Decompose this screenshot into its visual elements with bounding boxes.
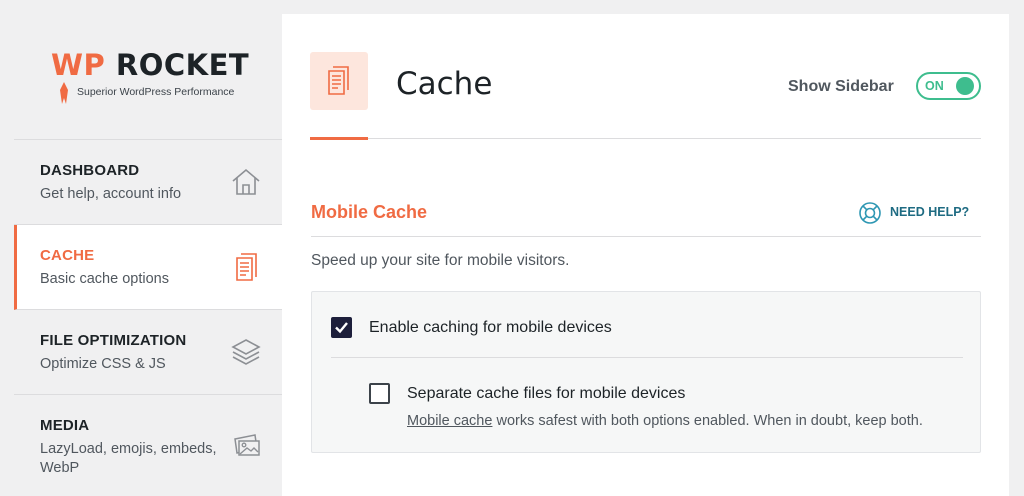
show-sidebar-toggle[interactable]: ON — [916, 72, 981, 100]
sidebar-item-cache[interactable]: CACHE Basic cache options — [14, 225, 282, 310]
sidebar-item-dashboard[interactable]: DASHBOARD Get help, account info — [14, 140, 282, 225]
sidebar-item-title: DASHBOARD — [40, 162, 140, 179]
checkmark-icon — [335, 322, 348, 334]
sidebar: WP ROCKET Superior WordPress Performance… — [14, 0, 282, 496]
enable-mobile-cache-checkbox[interactable] — [331, 317, 352, 338]
images-icon — [234, 434, 260, 456]
sidebar-item-title: MEDIA — [40, 417, 90, 434]
layers-icon — [231, 339, 261, 365]
options-divider — [331, 357, 963, 358]
mobile-cache-doc-link[interactable]: Mobile cache — [407, 413, 492, 429]
sidebar-item-desc: Optimize CSS & JS — [40, 356, 166, 372]
header-divider — [310, 138, 981, 139]
sidebar-item-title: CACHE — [40, 247, 95, 264]
logo-wordmark: WP ROCKET — [51, 48, 250, 82]
wp-rocket-logo[interactable]: WP ROCKET Superior WordPress Performance — [14, 0, 282, 140]
enable-mobile-cache-label[interactable]: Enable caching for mobile devices — [369, 319, 612, 337]
toggle-knob — [956, 77, 974, 95]
lifebuoy-icon — [859, 202, 881, 224]
need-help-text: NEED HELP? — [890, 205, 970, 219]
mobile-cache-note: Mobile cache works safest with both opti… — [407, 413, 923, 429]
document-icon — [236, 253, 257, 281]
sidebar-item-desc: Basic cache options — [40, 271, 169, 287]
page-title: Cache — [396, 66, 493, 102]
toggle-state-text: ON — [925, 79, 944, 93]
main-panel: Cache Show Sidebar ON Mobile Cache NEED … — [282, 14, 1009, 496]
section-title: Mobile Cache — [311, 202, 428, 222]
sidebar-item-desc: LazyLoad, emojis, embeds, WebP — [40, 441, 217, 476]
section-divider — [311, 236, 981, 237]
show-sidebar-label: Show Sidebar — [788, 78, 894, 95]
separate-cache-files-label[interactable]: Separate cache files for mobile devices — [407, 385, 685, 403]
sidebar-item-title: FILE OPTIMIZATION — [40, 332, 187, 349]
mobile-cache-options: Enable caching for mobile devices Separa… — [311, 291, 981, 453]
sidebar-item-desc: Get help, account info — [40, 186, 182, 202]
section-description: Speed up your site for mobile visitors. — [311, 252, 570, 269]
home-icon — [232, 168, 260, 195]
page-icon-box — [310, 52, 368, 110]
separate-cache-files-checkbox[interactable] — [369, 383, 390, 404]
sidebar-item-file-optimization[interactable]: FILE OPTIMIZATION Optimize CSS & JS — [14, 310, 282, 395]
sidebar-item-media[interactable]: MEDIA LazyLoad, emojis, embeds, WebP — [14, 395, 282, 496]
note-text: works safest with both options enabled. … — [492, 413, 923, 429]
rocket-flame-icon — [60, 82, 68, 104]
logo-tagline: Superior WordPress Performance — [77, 86, 235, 98]
document-icon — [328, 66, 349, 95]
header-accent-underline — [310, 137, 368, 140]
